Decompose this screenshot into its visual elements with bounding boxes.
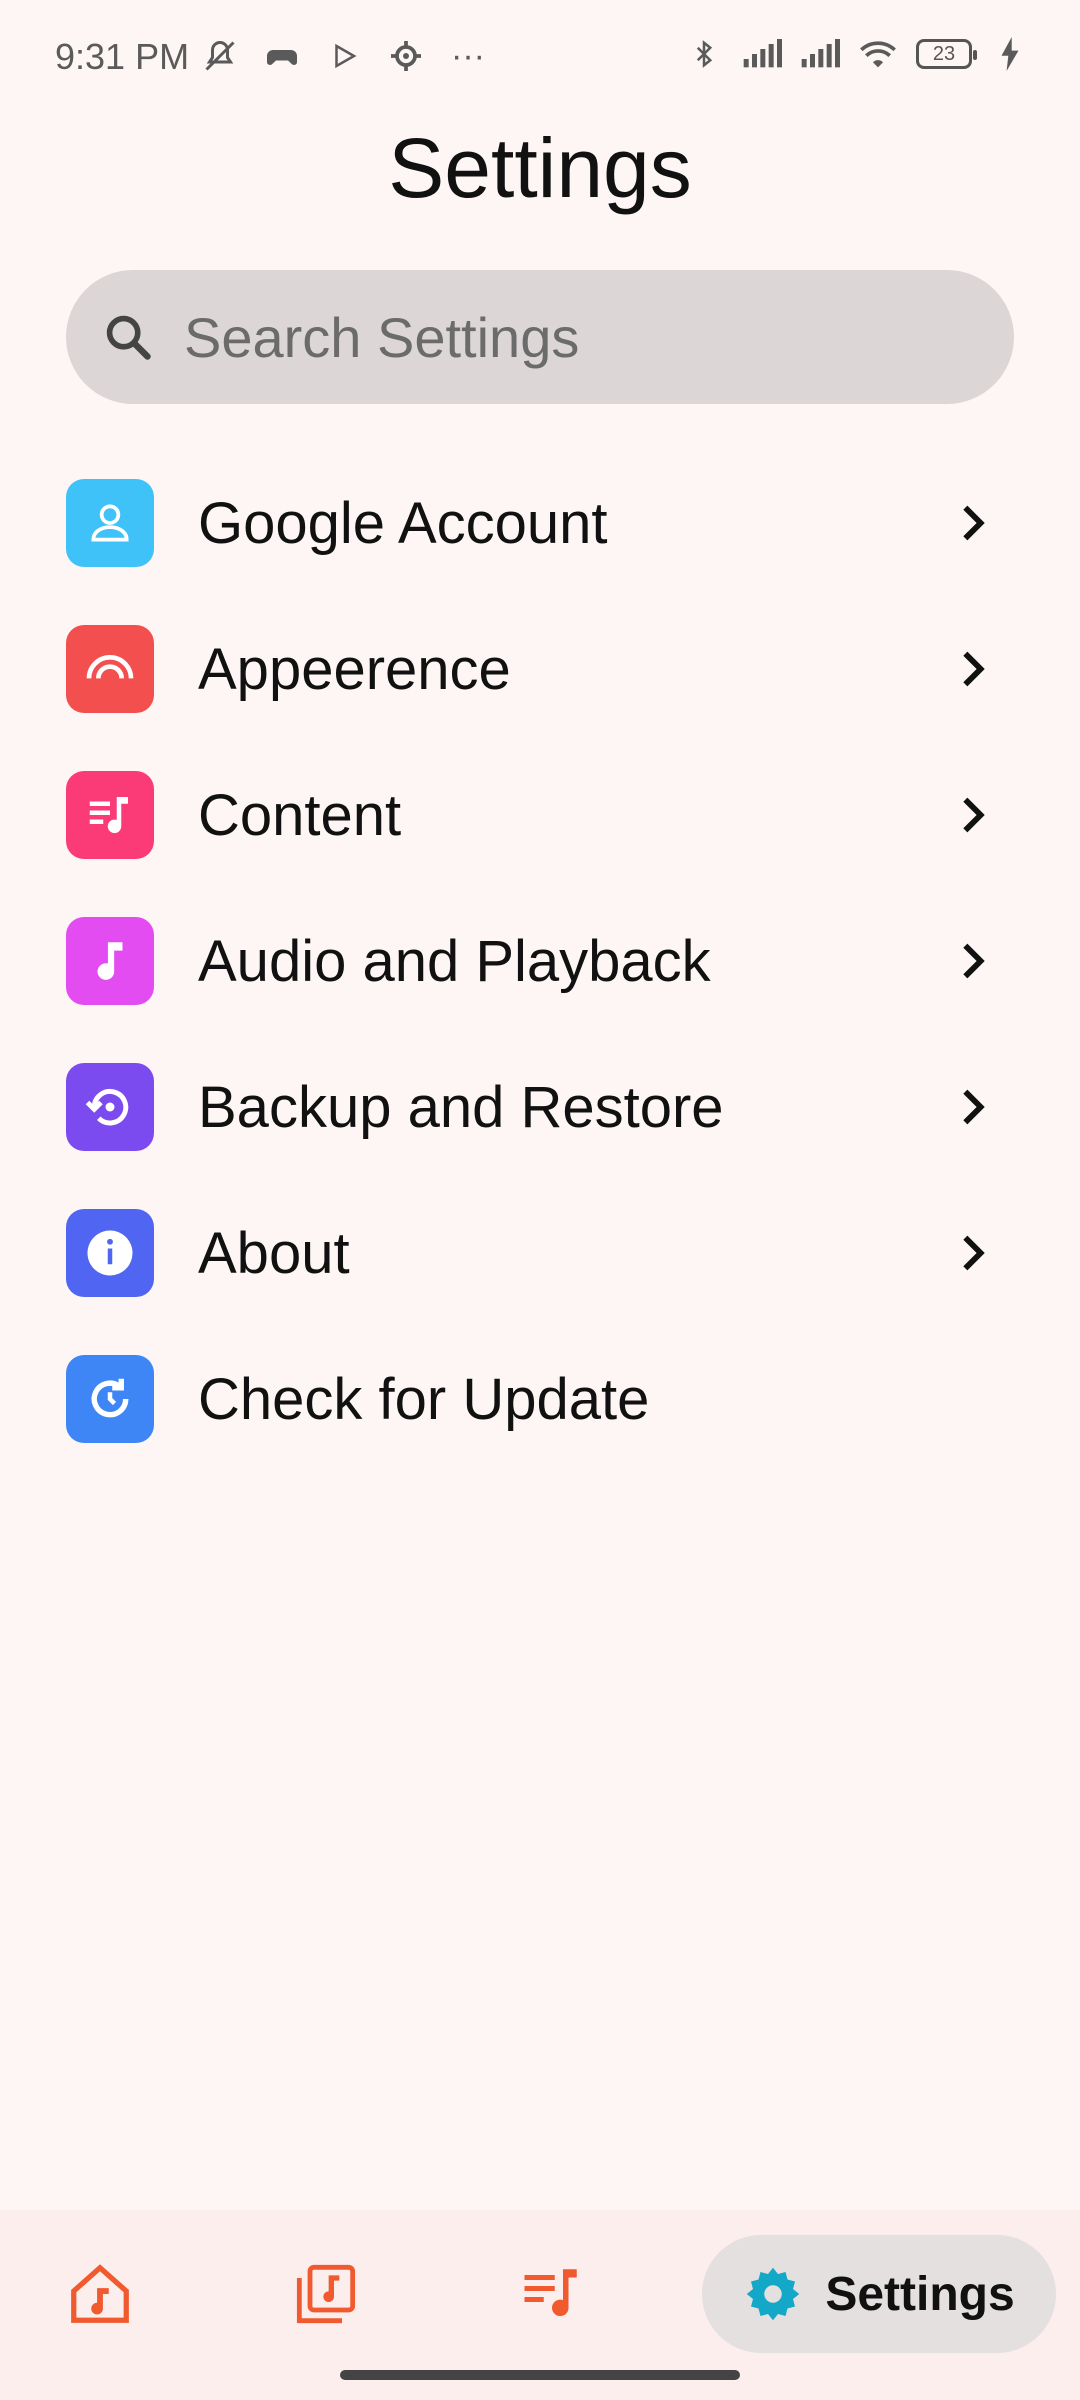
settings-item-appearance[interactable]: Appeerence <box>0 596 1080 742</box>
mute-bell-icon <box>200 36 240 76</box>
status-time: 9:31 PM <box>55 36 190 77</box>
search-input[interactable] <box>182 303 986 371</box>
chevron-right-icon <box>963 505 985 541</box>
settings-item-audio-playback[interactable]: Audio and Playback <box>0 888 1080 1034</box>
person-icon <box>66 479 154 567</box>
settings-list: Google Account Appeerence Content Audio … <box>0 450 1080 1472</box>
search-icon <box>106 315 151 360</box>
settings-item-label: Backup and Restore <box>198 1074 724 1140</box>
status-bar: 9:31 PM ··· 23 <box>0 0 1080 112</box>
settings-item-label: Check for Update <box>198 1366 650 1432</box>
chevron-right-icon <box>963 651 985 687</box>
rainbow-icon <box>66 625 154 713</box>
wifi-icon <box>858 34 898 74</box>
signal-icon <box>800 34 840 74</box>
signal-icon <box>742 34 782 74</box>
settings-gear-icon <box>747 2267 800 2321</box>
library-icon <box>296 2264 356 2324</box>
music-note-icon <box>66 917 154 1005</box>
chevron-right-icon <box>963 1089 985 1125</box>
gesture-home-bar[interactable] <box>340 2370 740 2380</box>
nav-settings-label: Settings <box>825 2267 1015 2321</box>
nav-home-button[interactable] <box>50 2235 150 2353</box>
music-list-icon <box>66 771 154 859</box>
settings-item-label: Google Account <box>198 490 608 556</box>
settings-item-label: Content <box>198 782 402 848</box>
nav-playlist-button[interactable] <box>502 2235 602 2353</box>
nav-settings-button[interactable]: Settings <box>702 2235 1056 2353</box>
settings-gear-icon <box>386 36 426 76</box>
chevron-right-icon <box>963 1235 985 1271</box>
search-bar[interactable] <box>66 270 1014 404</box>
page-title: Settings <box>388 121 692 215</box>
settings-item-google-account[interactable]: Google Account <box>0 450 1080 596</box>
settings-item-label: About <box>198 1220 350 1286</box>
battery-icon: 23 <box>916 39 977 69</box>
settings-item-check-update[interactable]: Check for Update <box>0 1326 1080 1472</box>
more-dots-icon: ··· <box>451 36 485 75</box>
settings-item-content[interactable]: Content <box>0 742 1080 888</box>
playlist-icon <box>524 2269 577 2317</box>
nav-library-button[interactable] <box>276 2235 376 2353</box>
restore-icon <box>66 1063 154 1151</box>
bluetooth-icon <box>684 34 724 74</box>
controller-icon <box>262 36 302 76</box>
update-icon <box>66 1355 154 1443</box>
settings-item-backup-restore[interactable]: Backup and Restore <box>0 1034 1080 1180</box>
chevron-right-icon <box>963 943 985 979</box>
chevron-right-icon <box>963 797 985 833</box>
charging-icon <box>990 34 1030 74</box>
settings-item-label: Audio and Playback <box>198 928 711 994</box>
info-icon <box>66 1209 154 1297</box>
home-music-icon <box>71 2264 129 2323</box>
settings-item-about[interactable]: About <box>0 1180 1080 1326</box>
play-store-icon <box>324 36 364 76</box>
settings-item-label: Appeerence <box>198 636 511 702</box>
